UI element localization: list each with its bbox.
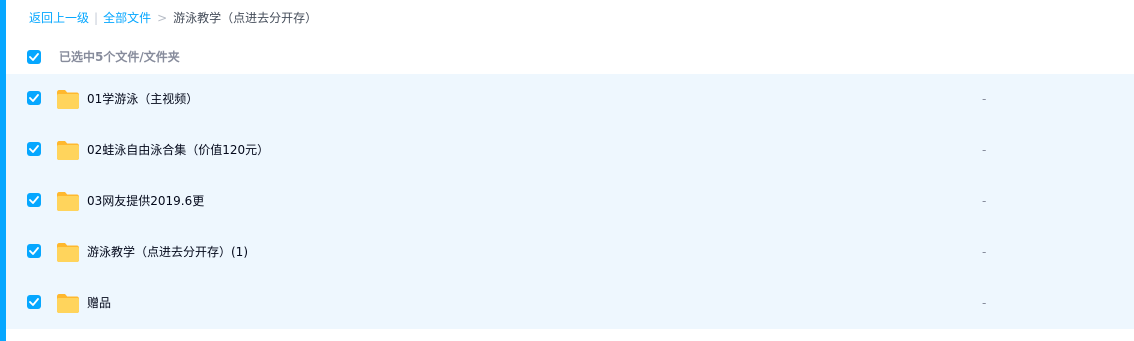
file-name[interactable]: 赠品 (87, 294, 111, 312)
row-checkbox[interactable] (27, 193, 41, 207)
current-folder-label: 游泳教学（点进去分开存） (173, 11, 318, 25)
file-name[interactable]: 02蛙泳自由泳合集（价值120元） (87, 141, 269, 159)
file-meta: - (982, 245, 987, 259)
check-icon (29, 298, 39, 306)
row-checkbox[interactable] (27, 91, 41, 105)
file-name[interactable]: 03网友提供2019.6更 (87, 192, 204, 210)
list-header: 已选中5个文件/文件夹 (6, 41, 1134, 74)
select-all-checkbox[interactable] (27, 50, 41, 64)
file-row[interactable]: 赠品 - (6, 278, 1134, 329)
folder-icon (57, 294, 79, 313)
check-icon (29, 53, 39, 61)
file-meta: - (982, 296, 987, 310)
row-checkbox[interactable] (27, 295, 41, 309)
row-checkbox[interactable] (27, 142, 41, 156)
breadcrumb-separator: | (94, 11, 99, 25)
file-name[interactable]: 游泳教学（点进去分开存）(1) (87, 243, 248, 261)
all-files-link[interactable]: 全部文件 (103, 11, 151, 25)
file-row[interactable]: 02蛙泳自由泳合集（价值120元） - (6, 125, 1134, 176)
row-checkbox[interactable] (27, 244, 41, 258)
selection-summary: 已选中5个文件/文件夹 (59, 50, 180, 64)
file-meta: - (982, 194, 987, 208)
folder-icon (57, 192, 79, 211)
file-meta: - (982, 92, 987, 106)
file-name[interactable]: 01学游泳（主视频） (87, 90, 198, 108)
check-icon (29, 196, 39, 204)
folder-icon (57, 243, 79, 262)
check-icon (29, 145, 39, 153)
breadcrumb: 返回上一级 | 全部文件 > 游泳教学（点进去分开存） (29, 9, 317, 27)
back-link[interactable]: 返回上一级 (29, 11, 89, 25)
file-row[interactable]: 游泳教学（点进去分开存）(1) - (6, 227, 1134, 278)
file-meta: - (982, 143, 987, 157)
check-icon (29, 94, 39, 102)
file-list: 01学游泳（主视频） - 02蛙泳自由泳合集（价值120元） - 03网友提供2… (6, 74, 1134, 329)
folder-icon (57, 141, 79, 160)
file-row[interactable]: 01学游泳（主视频） - (6, 74, 1134, 125)
file-row[interactable]: 03网友提供2019.6更 - (6, 176, 1134, 227)
breadcrumb-arrow: > (157, 11, 168, 25)
check-icon (29, 247, 39, 255)
folder-icon (57, 90, 79, 109)
